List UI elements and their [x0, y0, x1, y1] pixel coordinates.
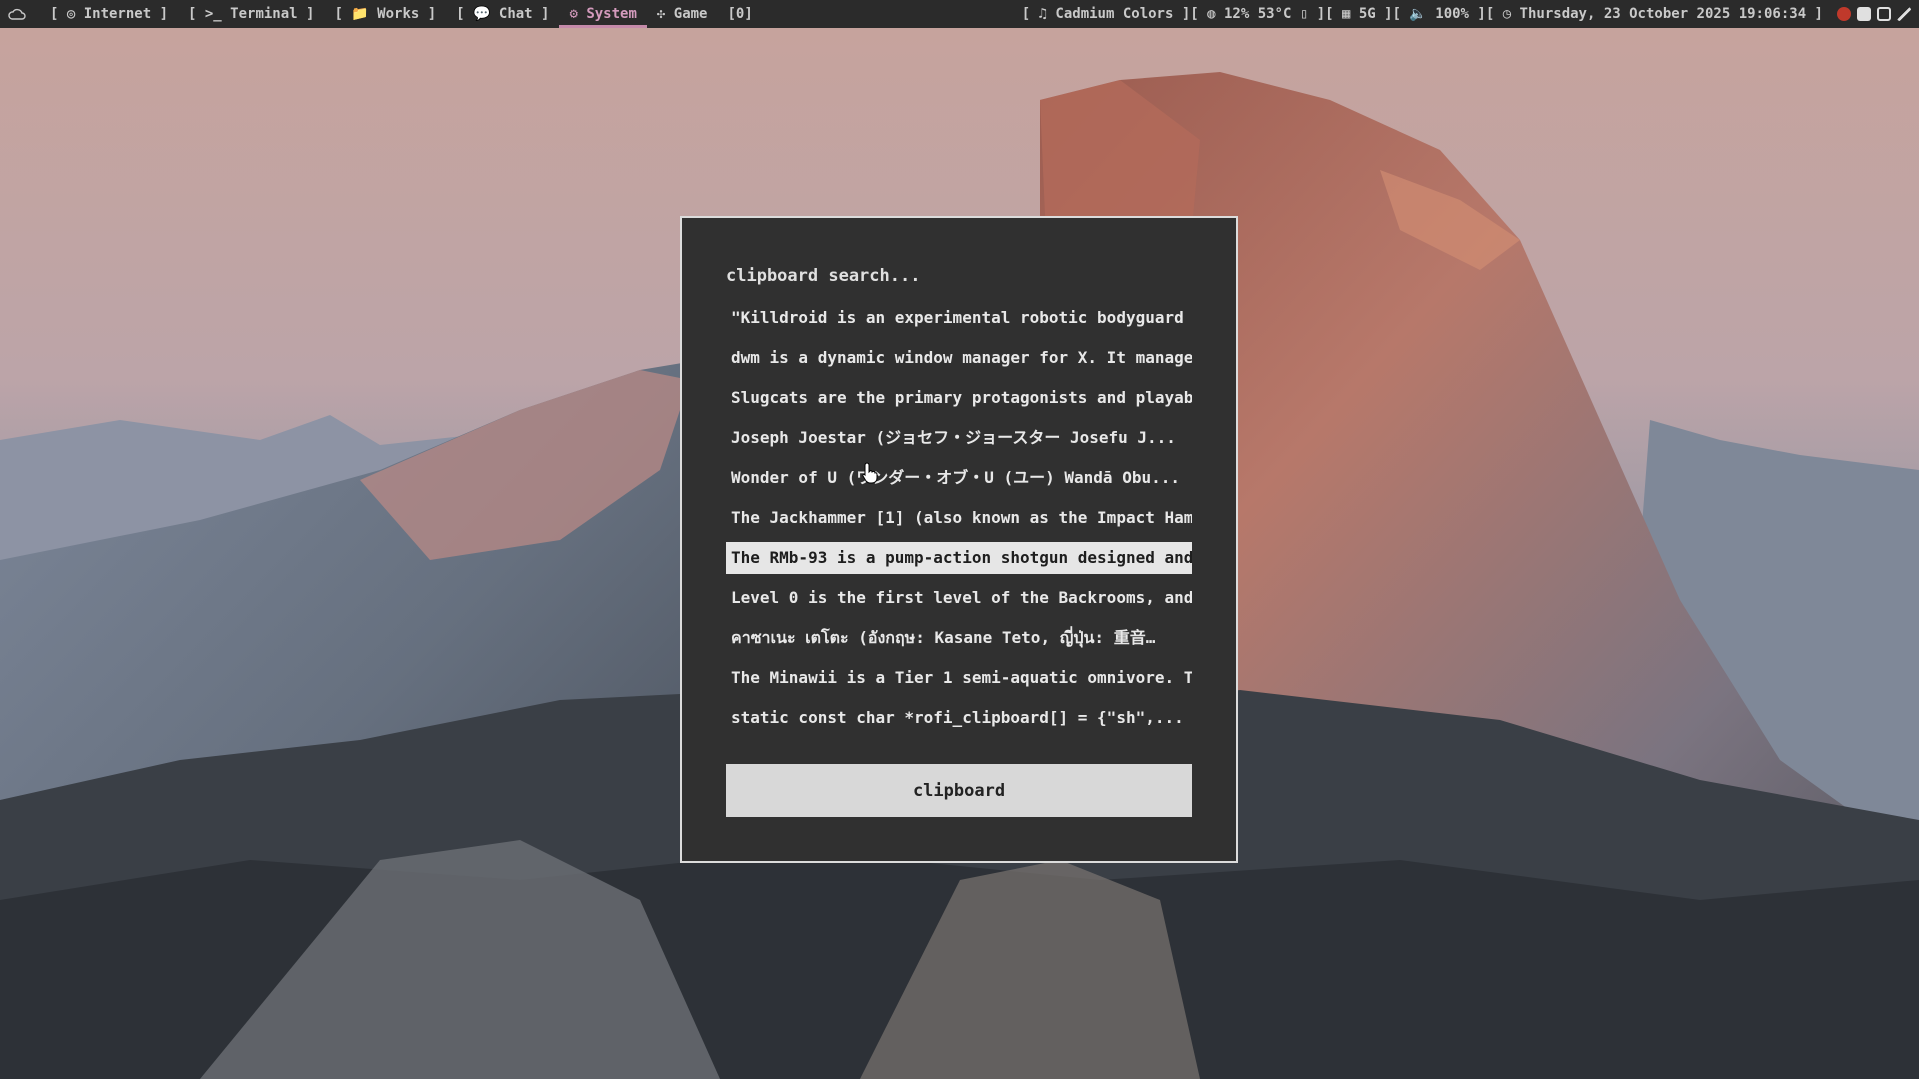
pen-icon[interactable]	[1897, 7, 1911, 21]
list-item[interactable]: The Jackhammer [1] (also known as the Im…	[726, 498, 1192, 538]
cloud-icon[interactable]	[8, 8, 26, 20]
layout-indicator[interactable]: [0]	[717, 0, 762, 28]
mode-button-clipboard[interactable]: clipboard	[726, 764, 1192, 817]
list-item[interactable]: The Minawii is a Tier 1 semi-aquatic omn…	[726, 658, 1192, 698]
clipboard-list: "Killdroid is an experimental robotic bo…	[726, 298, 1192, 738]
list-item[interactable]: static const char *rofi_clipboard[] = {"…	[726, 698, 1192, 738]
list-item[interactable]: "Killdroid is an experimental robotic bo…	[726, 298, 1192, 338]
list-item[interactable]: Wonder of U (ワンダー・オブ・U (ユー) Wandā Obu...	[726, 458, 1192, 498]
list-item[interactable]: Slugcats are the primary protagonists an…	[726, 378, 1192, 418]
discord-icon[interactable]	[1857, 7, 1871, 21]
list-item[interactable]: Joseph Joestar (ジョセフ・ジョースター Josefu J...	[726, 418, 1192, 458]
workspace-internet[interactable]: [ ◎ Internet ]	[40, 0, 178, 28]
workspace-chat[interactable]: [ 💬 Chat ]	[446, 0, 559, 28]
status-bar: [ ◎ Internet ] [ >_ Terminal ] [ 📁 Works…	[0, 0, 1919, 28]
rofi-clipboard-window: clipboard search... "Killdroid is an exp…	[680, 216, 1238, 863]
ubuntu-icon[interactable]	[1837, 7, 1851, 21]
workspace-list: [ ◎ Internet ] [ >_ Terminal ] [ 📁 Works…	[8, 0, 763, 28]
list-item[interactable]: dwm is a dynamic window manager for X. I…	[726, 338, 1192, 378]
list-item-selected[interactable]: The RMb-93 is a pump-action shotgun desi…	[726, 542, 1192, 574]
workspace-game[interactable]: ✣ Game	[647, 0, 718, 28]
search-input[interactable]: clipboard search...	[726, 266, 920, 286]
window-icon[interactable]	[1877, 7, 1891, 21]
workspace-works[interactable]: [ 📁 Works ]	[324, 0, 446, 28]
workspace-terminal[interactable]: [ >_ Terminal ]	[178, 0, 324, 28]
system-tray	[1837, 7, 1911, 21]
mouse-pointer-icon	[862, 462, 878, 484]
workspace-system[interactable]: ⚙ System	[559, 0, 647, 28]
list-item[interactable]: คาซาเนะ เตโตะ (อังกฤษ: Kasane Teto, ญี่ป…	[726, 618, 1192, 658]
list-item[interactable]: Level 0 is the first level of the Backro…	[726, 578, 1192, 618]
status-info: [ ♫ Cadmium Colors ][ ◍ 12% 53°C ▯ ][ ▦ …	[1022, 0, 1911, 28]
status-text: [ ♫ Cadmium Colors ][ ◍ 12% 53°C ▯ ][ ▦ …	[1021, 6, 1823, 22]
